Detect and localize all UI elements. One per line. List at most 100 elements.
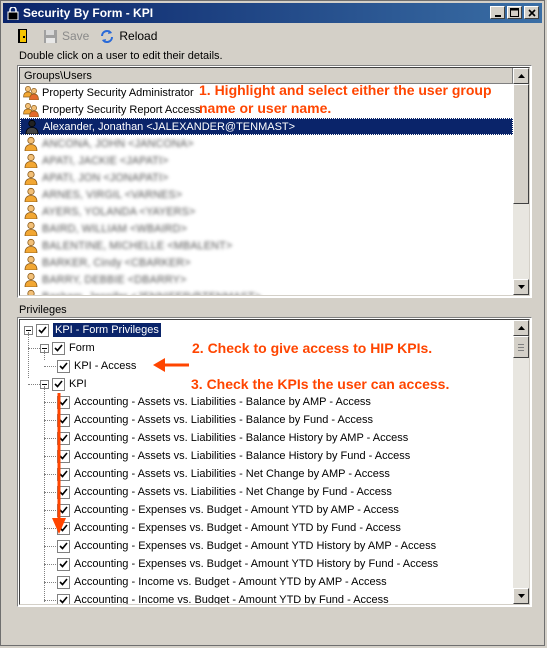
tree-node-label: Accounting - Assets vs. Liabilities - Ba… — [74, 432, 409, 444]
close-button[interactable] — [524, 6, 539, 19]
tree-node-kpi-item[interactable]: Accounting - Assets vs. Liabilities - Ne… — [57, 483, 392, 501]
tree-checkbox[interactable] — [57, 593, 70, 604]
tree-node-label: KPI - Access — [74, 360, 137, 372]
toolbar: Save Reload — [17, 27, 167, 45]
tree-checkbox[interactable] — [57, 539, 70, 553]
tree-checkbox[interactable] — [52, 377, 65, 391]
user-icon — [24, 204, 38, 219]
tree-checkbox[interactable] — [57, 575, 70, 589]
user-list-item[interactable]: ARNES, VIRGIL <VARNES> — [20, 186, 513, 203]
hint-text: Double click on a user to edit their det… — [19, 50, 223, 62]
tree-node-form[interactable]: Form — [40, 339, 95, 357]
tree-node-kpi-item[interactable]: Accounting - Expenses vs. Budget - Amoun… — [57, 501, 399, 519]
tree-checkbox[interactable] — [57, 557, 70, 571]
user-list-item[interactable]: AYERS, YOLANDA <YAYERS> — [20, 203, 513, 220]
tree-node-kpi-item[interactable]: Accounting - Assets vs. Liabilities - Ba… — [57, 447, 410, 465]
minimize-button[interactable] — [490, 6, 505, 19]
scroll-down-button[interactable] — [513, 279, 529, 295]
tree-node-kpi-access[interactable]: KPI - Access — [57, 357, 136, 375]
user-icon — [24, 221, 38, 236]
tree-node-kpi-item[interactable]: Accounting - Expenses vs. Budget - Amoun… — [57, 537, 436, 555]
tree-connector-line — [44, 386, 45, 602]
tree-node-label: Accounting - Assets vs. Liabilities - Ne… — [74, 468, 390, 480]
user-list-item[interactable]: BALENTINE, MICHELLE <MBALENT> — [20, 237, 513, 254]
checkmark-icon — [59, 578, 68, 586]
tree-node-label: Accounting - Assets vs. Liabilities - Ba… — [74, 414, 373, 426]
reload-label: Reload — [119, 29, 158, 43]
user-icon — [24, 170, 38, 185]
tree-connector-line — [28, 384, 40, 385]
maximize-button[interactable] — [507, 6, 522, 19]
list-item-label: AYERS, YOLANDA <YAYERS> — [42, 205, 196, 218]
tree-node-kpi-item[interactable]: Accounting - Assets vs. Liabilities - Ba… — [57, 393, 371, 411]
checkmark-icon — [59, 560, 68, 568]
tree-scroll-up-button[interactable] — [513, 320, 529, 336]
checkmark-icon — [59, 542, 68, 550]
list-item-label: APATI, JON <JONAPATI> — [42, 171, 169, 184]
reload-button[interactable]: Reload — [99, 29, 157, 44]
user-list-item[interactable]: Alexander, Jonathan <JALEXANDER@TENMAST> — [20, 118, 513, 135]
tree-node-label: Accounting - Assets vs. Liabilities - Ba… — [74, 450, 411, 462]
reload-icon — [101, 29, 114, 43]
tree-node-kpi-item[interactable]: Accounting - Income vs. Budget - Amount … — [57, 573, 387, 591]
user-icon — [25, 119, 39, 134]
tree-node-root[interactable]: KPI - Form Privileges — [24, 321, 161, 339]
privileges-label: Privileges — [19, 304, 67, 316]
tree-node-kpi-item[interactable]: Accounting - Assets vs. Liabilities - Ba… — [57, 429, 408, 447]
user-icon — [24, 187, 38, 202]
user-list-item[interactable]: Basham, Jennifer <JENNIFER@TENMAST> — [20, 288, 513, 295]
exit-button[interactable] — [17, 28, 33, 44]
tree-node-label: Accounting - Assets vs. Liabilities - Ne… — [74, 486, 392, 498]
tree-connector-line — [28, 348, 40, 349]
tree-node-kpi-item[interactable]: Accounting - Expenses vs. Budget - Amoun… — [57, 519, 401, 537]
tree-checkbox[interactable] — [57, 359, 70, 373]
minimize-icon — [494, 14, 501, 17]
annotation-step1-line2: name or user name. — [199, 100, 332, 116]
list-item-label: BARKER, Cindy <CBARKER> — [42, 256, 191, 269]
tree-node-kpi-item[interactable]: Accounting - Expenses vs. Budget - Amoun… — [57, 555, 438, 573]
tree-node-label: KPI — [69, 378, 87, 390]
tree-node-kpi-item[interactable]: Accounting - Assets vs. Liabilities - Ba… — [57, 411, 373, 429]
window-title: Security By Form - KPI — [23, 6, 154, 20]
tree-connector-line — [44, 582, 56, 583]
scroll-thumb[interactable] — [513, 84, 529, 204]
save-button[interactable]: Save — [43, 29, 89, 44]
exit-door-icon — [18, 29, 27, 43]
tree-node-kpi-item[interactable]: Accounting - Assets vs. Liabilities - Ne… — [57, 465, 390, 483]
user-list-item[interactable]: BARKER, Cindy <CBARKER> — [20, 254, 513, 271]
list-item-label: ANCONA, JOHN <JANCONA> — [42, 137, 194, 150]
title-bar[interactable]: Security By Form - KPI — [3, 3, 542, 23]
checkmark-icon — [54, 344, 63, 352]
list-item-label: BAIRD, WILLIAM <WBAIRD> — [42, 222, 187, 235]
tree-checkbox[interactable] — [36, 323, 49, 337]
checkmark-icon — [59, 596, 68, 604]
annotation-step3: 3. Check the KPIs the user can access. — [191, 376, 450, 392]
user-list-item[interactable]: APATI, JACKIE <JAPATI> — [20, 152, 513, 169]
list-item-label: APATI, JACKIE <JAPATI> — [42, 154, 169, 167]
tree-connector-line — [44, 564, 56, 565]
close-icon — [527, 8, 536, 17]
tree-scroll-thumb[interactable] — [513, 336, 529, 358]
tree-connector-line — [44, 600, 56, 601]
privileges-scrollbar[interactable] — [513, 320, 529, 604]
user-list-item[interactable]: ANCONA, JOHN <JANCONA> — [20, 135, 513, 152]
user-list-item[interactable]: APATI, JON <JONAPATI> — [20, 169, 513, 186]
tree-checkbox[interactable] — [52, 341, 65, 355]
checkmark-icon — [54, 380, 63, 388]
user-list-item[interactable]: BAIRD, WILLIAM <WBAIRD> — [20, 220, 513, 237]
user-icon — [24, 153, 38, 168]
user-list-item[interactable]: BARRY, DEBBIE <DBARRY> — [20, 271, 513, 288]
scroll-up-button[interactable] — [513, 68, 529, 84]
tree-node-kpi-item[interactable]: Accounting - Income vs. Budget - Amount … — [57, 591, 389, 604]
annotation-step1-line1: 1. Highlight and select either the user … — [199, 82, 492, 98]
user-icon — [24, 255, 38, 270]
tree-scroll-down-button[interactable] — [513, 588, 529, 604]
annotation-step2: 2. Check to give access to HIP KPIs. — [192, 340, 433, 356]
user-icon — [24, 272, 38, 287]
groups-users-scrollbar[interactable] — [513, 68, 529, 295]
arrow-up-icon — [517, 326, 525, 330]
list-item-label: BARRY, DEBBIE <DBARRY> — [42, 273, 187, 286]
lock-icon — [7, 5, 19, 20]
tree-node-label: Accounting - Expenses vs. Budget - Amoun… — [74, 522, 401, 534]
user-icon — [27, 289, 35, 295]
